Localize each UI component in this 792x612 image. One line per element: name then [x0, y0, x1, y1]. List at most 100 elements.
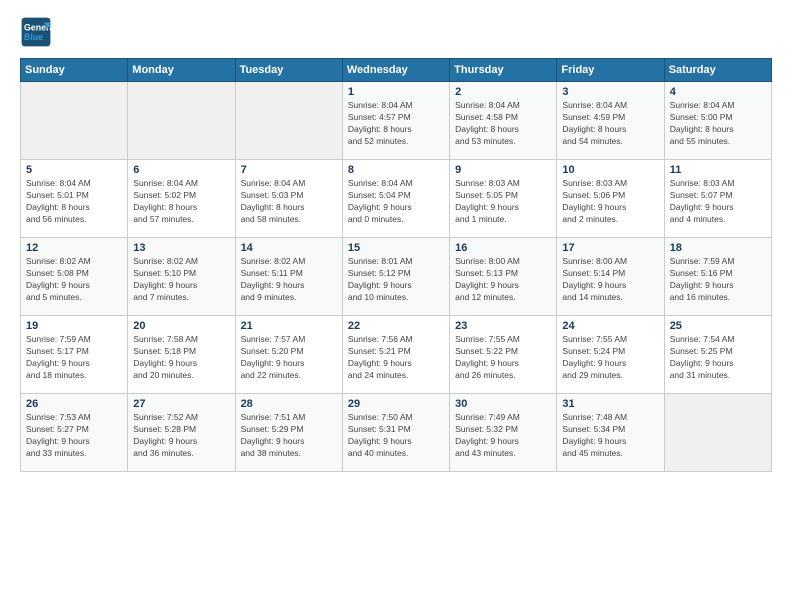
calendar-cell: 25 Sunrise: 7:54 AM Sunset: 5:25 PM Dayli…: [664, 316, 771, 394]
day-info: Sunrise: 8:04 AM Sunset: 4:58 PM Dayligh…: [455, 100, 551, 148]
day-info: Sunrise: 8:01 AM Sunset: 5:12 PM Dayligh…: [348, 256, 444, 304]
calendar-cell: 9 Sunrise: 8:03 AM Sunset: 5:05 PM Daylig…: [450, 160, 557, 238]
day-number: 7: [241, 164, 337, 176]
calendar-cell: 20Sunrise: 7:58 AM Sunset: 5:18 PM Dayli…: [128, 316, 235, 394]
week-row-4: 19 Sunrise: 7:59 AM Sunset: 5:17 PM Dayli…: [21, 316, 772, 394]
day-number: 21: [241, 320, 337, 332]
day-number: 25: [670, 320, 766, 332]
calendar-cell: 22 Sunrise: 7:56 AM Sunset: 5:21 PM Dayli…: [342, 316, 449, 394]
svg-text:Blue: Blue: [24, 32, 43, 42]
calendar-cell: 24 Sunrise: 7:55 AM Sunset: 5:24 PM Dayli…: [557, 316, 664, 394]
column-header-wednesday: Wednesday: [342, 59, 449, 82]
day-number: 19: [26, 320, 122, 332]
calendar-cell: 5 Sunrise: 8:04 AM Sunset: 5:01 PM Daylig…: [21, 160, 128, 238]
day-info: Sunrise: 7:58 AM Sunset: 5:18 PM Dayligh…: [133, 334, 229, 382]
day-info: Sunrise: 8:03 AM Sunset: 5:07 PM Dayligh…: [670, 178, 766, 226]
calendar-cell: 19 Sunrise: 7:59 AM Sunset: 5:17 PM Dayli…: [21, 316, 128, 394]
day-number: 4: [670, 86, 766, 98]
day-info: Sunrise: 7:55 AM Sunset: 5:24 PM Dayligh…: [562, 334, 658, 382]
calendar-cell: 21 Sunrise: 7:57 AM Sunset: 5:20 PM Dayli…: [235, 316, 342, 394]
calendar-cell: [128, 82, 235, 160]
day-info: Sunrise: 8:00 AM Sunset: 5:14 PM Dayligh…: [562, 256, 658, 304]
day-info: Sunrise: 7:59 AM Sunset: 5:16 PM Dayligh…: [670, 256, 766, 304]
day-info: Sunrise: 7:56 AM Sunset: 5:21 PM Dayligh…: [348, 334, 444, 382]
day-number: 6: [133, 164, 229, 176]
day-info: Sunrise: 7:59 AM Sunset: 5:17 PM Dayligh…: [26, 334, 122, 382]
column-header-monday: Monday: [128, 59, 235, 82]
day-number: 10: [562, 164, 658, 176]
page-container: General Blue SundayMondayTuesdayWednesda…: [0, 0, 792, 482]
calendar-cell: 8 Sunrise: 8:04 AM Sunset: 5:04 PM Daylig…: [342, 160, 449, 238]
day-number: 23: [455, 320, 551, 332]
day-number: 5: [26, 164, 122, 176]
calendar-cell: 4Sunrise: 8:04 AM Sunset: 5:00 PM Daylig…: [664, 82, 771, 160]
day-number: 14: [241, 242, 337, 254]
header: General Blue: [20, 16, 772, 48]
column-header-thursday: Thursday: [450, 59, 557, 82]
calendar-cell: [21, 82, 128, 160]
day-info: Sunrise: 8:04 AM Sunset: 4:57 PM Dayligh…: [348, 100, 444, 148]
day-number: 29: [348, 398, 444, 410]
week-row-3: 12 Sunrise: 8:02 AM Sunset: 5:08 PM Dayli…: [21, 238, 772, 316]
day-info: Sunrise: 8:03 AM Sunset: 5:05 PM Dayligh…: [455, 178, 551, 226]
day-number: 31: [562, 398, 658, 410]
calendar-cell: [235, 82, 342, 160]
day-number: 17: [562, 242, 658, 254]
logo: General Blue: [20, 16, 52, 48]
day-info: Sunrise: 8:03 AM Sunset: 5:06 PM Dayligh…: [562, 178, 658, 226]
day-info: Sunrise: 7:53 AM Sunset: 5:27 PM Dayligh…: [26, 412, 122, 460]
day-number: 27: [133, 398, 229, 410]
day-number: 22: [348, 320, 444, 332]
calendar-cell: 14 Sunrise: 8:02 AM Sunset: 5:11 PM Dayli…: [235, 238, 342, 316]
calendar-cell: 15Sunrise: 8:01 AM Sunset: 5:12 PM Dayli…: [342, 238, 449, 316]
calendar-cell: 27 Sunrise: 7:52 AM Sunset: 5:28 PM Dayli…: [128, 394, 235, 472]
day-info: Sunrise: 8:04 AM Sunset: 4:59 PM Dayligh…: [562, 100, 658, 148]
calendar-table: SundayMondayTuesdayWednesdayThursdayFrid…: [20, 58, 772, 472]
day-number: 28: [241, 398, 337, 410]
calendar-cell: 13Sunrise: 8:02 AM Sunset: 5:10 PM Dayli…: [128, 238, 235, 316]
day-number: 26: [26, 398, 122, 410]
calendar-cell: 18Sunrise: 7:59 AM Sunset: 5:16 PM Dayli…: [664, 238, 771, 316]
calendar-cell: 16Sunrise: 8:00 AM Sunset: 5:13 PM Dayli…: [450, 238, 557, 316]
calendar-cell: 26 Sunrise: 7:53 AM Sunset: 5:27 PM Dayli…: [21, 394, 128, 472]
day-number: 9: [455, 164, 551, 176]
column-header-friday: Friday: [557, 59, 664, 82]
calendar-cell: 6Sunrise: 8:04 AM Sunset: 5:02 PM Daylig…: [128, 160, 235, 238]
day-number: 24: [562, 320, 658, 332]
day-info: Sunrise: 8:04 AM Sunset: 5:04 PM Dayligh…: [348, 178, 444, 226]
day-number: 12: [26, 242, 122, 254]
calendar-cell: [664, 394, 771, 472]
week-row-2: 5 Sunrise: 8:04 AM Sunset: 5:01 PM Daylig…: [21, 160, 772, 238]
calendar-cell: 31 Sunrise: 7:48 AM Sunset: 5:34 PM Dayli…: [557, 394, 664, 472]
calendar-cell: 7Sunrise: 8:04 AM Sunset: 5:03 PM Daylig…: [235, 160, 342, 238]
day-info: Sunrise: 7:57 AM Sunset: 5:20 PM Dayligh…: [241, 334, 337, 382]
day-info: Sunrise: 7:52 AM Sunset: 5:28 PM Dayligh…: [133, 412, 229, 460]
week-row-1: 1 Sunrise: 8:04 AM Sunset: 4:57 PM Daylig…: [21, 82, 772, 160]
calendar-cell: 10 Sunrise: 8:03 AM Sunset: 5:06 PM Dayli…: [557, 160, 664, 238]
column-header-saturday: Saturday: [664, 59, 771, 82]
day-info: Sunrise: 8:00 AM Sunset: 5:13 PM Dayligh…: [455, 256, 551, 304]
day-info: Sunrise: 8:02 AM Sunset: 5:11 PM Dayligh…: [241, 256, 337, 304]
day-info: Sunrise: 8:04 AM Sunset: 5:01 PM Dayligh…: [26, 178, 122, 226]
day-number: 1: [348, 86, 444, 98]
week-row-5: 26 Sunrise: 7:53 AM Sunset: 5:27 PM Dayli…: [21, 394, 772, 472]
day-info: Sunrise: 8:02 AM Sunset: 5:08 PM Dayligh…: [26, 256, 122, 304]
day-number: 30: [455, 398, 551, 410]
day-info: Sunrise: 7:50 AM Sunset: 5:31 PM Dayligh…: [348, 412, 444, 460]
day-info: Sunrise: 7:49 AM Sunset: 5:32 PM Dayligh…: [455, 412, 551, 460]
calendar-cell: 1 Sunrise: 8:04 AM Sunset: 4:57 PM Daylig…: [342, 82, 449, 160]
calendar-cell: 12 Sunrise: 8:02 AM Sunset: 5:08 PM Dayli…: [21, 238, 128, 316]
calendar-cell: 2Sunrise: 8:04 AM Sunset: 4:58 PM Daylig…: [450, 82, 557, 160]
calendar-cell: 23Sunrise: 7:55 AM Sunset: 5:22 PM Dayli…: [450, 316, 557, 394]
calendar-cell: 29 Sunrise: 7:50 AM Sunset: 5:31 PM Dayli…: [342, 394, 449, 472]
column-header-tuesday: Tuesday: [235, 59, 342, 82]
logo-icon: General Blue: [20, 16, 52, 48]
calendar-cell: 28Sunrise: 7:51 AM Sunset: 5:29 PM Dayli…: [235, 394, 342, 472]
day-number: 3: [562, 86, 658, 98]
day-number: 11: [670, 164, 766, 176]
calendar-cell: 3 Sunrise: 8:04 AM Sunset: 4:59 PM Daylig…: [557, 82, 664, 160]
day-info: Sunrise: 7:54 AM Sunset: 5:25 PM Dayligh…: [670, 334, 766, 382]
day-number: 8: [348, 164, 444, 176]
day-info: Sunrise: 8:02 AM Sunset: 5:10 PM Dayligh…: [133, 256, 229, 304]
day-info: Sunrise: 7:48 AM Sunset: 5:34 PM Dayligh…: [562, 412, 658, 460]
